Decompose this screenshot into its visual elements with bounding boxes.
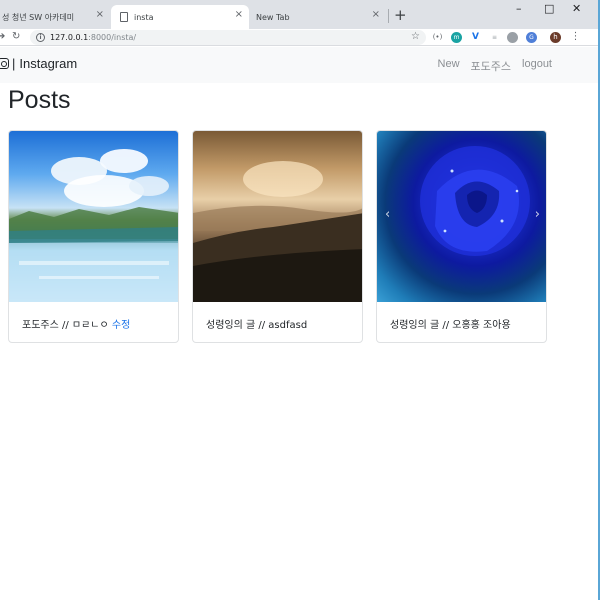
nav-links: New 포도주스 logout bbox=[427, 58, 552, 74]
browser-tab-academy[interactable]: 성 청년 SW 아카데미 × bbox=[0, 5, 110, 29]
profile-avatar[interactable]: h bbox=[550, 32, 561, 43]
close-tab-icon[interactable]: × bbox=[372, 9, 380, 20]
extension-icon-3[interactable]: V bbox=[470, 32, 481, 43]
post-caption: 성령잉의 글 // asdfasd bbox=[206, 316, 307, 331]
url-host: 127.0.0.1 bbox=[50, 33, 89, 42]
post-caption: 포도주스 // ㅁㄹㄴㅇ 수정 bbox=[22, 316, 130, 331]
star-icon[interactable]: ☆ bbox=[411, 31, 420, 42]
close-window-button[interactable]: ✕ bbox=[572, 2, 581, 15]
url-path: :8000/insta/ bbox=[88, 33, 137, 42]
carousel-next-icon[interactable]: › bbox=[535, 207, 540, 222]
browser-toolbar: ➔ ↻ i 127.0.0.1:8000/insta/ ☆ (•) m V ≡ … bbox=[0, 29, 600, 46]
extension-icon-4[interactable]: ≡ bbox=[489, 32, 500, 43]
post-image-rose: ‹ › bbox=[377, 131, 546, 302]
reload-icon[interactable]: ↻ bbox=[12, 29, 20, 45]
page-title: Posts bbox=[8, 86, 71, 114]
extension-icon-1[interactable]: (•) bbox=[432, 32, 443, 43]
tab-title: insta bbox=[134, 12, 154, 22]
brand-name: Instagram bbox=[19, 56, 78, 71]
post-caption-text: 성령잉의 글 // asdfasd bbox=[206, 320, 308, 331]
maximize-button[interactable]: □ bbox=[544, 2, 554, 15]
tab-title: New Tab bbox=[256, 12, 290, 22]
extension-icon-5[interactable] bbox=[507, 32, 518, 43]
extension-icon-2[interactable]: m bbox=[451, 32, 462, 43]
page-icon bbox=[120, 12, 128, 22]
post-card: ‹ › 성령잉의 글 // 오홍홍 조아용 bbox=[376, 130, 547, 343]
instagram-icon bbox=[0, 58, 9, 69]
rose-illustration bbox=[420, 146, 530, 256]
info-icon[interactable]: i bbox=[36, 33, 45, 42]
site-navbar: | Instagram New 포도주스 logout bbox=[0, 47, 600, 83]
post-card: 성령잉의 글 // asdfasd bbox=[192, 130, 363, 343]
minimize-button[interactable]: – bbox=[516, 2, 522, 15]
extension-icon-6[interactable]: G bbox=[526, 32, 537, 43]
brand-link[interactable]: | Instagram bbox=[0, 56, 77, 71]
tab-separator bbox=[388, 9, 389, 23]
back-icon[interactable]: ➔ bbox=[0, 29, 5, 45]
browser-tab-insta[interactable]: insta × bbox=[111, 5, 249, 29]
browser-tab-strip: 성 청년 SW 아카데미 × insta × New Tab × + – □ ✕ bbox=[0, 0, 600, 29]
post-card: 포도주스 // ㅁㄹㄴㅇ 수정 bbox=[8, 130, 179, 343]
post-caption: 성령잉의 글 // 오홍홍 조아용 bbox=[390, 316, 511, 331]
nav-link-logout[interactable]: logout bbox=[522, 58, 552, 74]
address-bar[interactable]: i 127.0.0.1:8000/insta/ ☆ bbox=[30, 30, 426, 45]
new-tab-button[interactable]: + bbox=[394, 6, 407, 24]
close-tab-icon[interactable]: × bbox=[96, 9, 104, 20]
post-caption-text: 성령잉의 글 // 오홍홍 조아용 bbox=[390, 320, 511, 331]
menu-icon[interactable]: ⋮ bbox=[570, 32, 581, 43]
edit-post-link[interactable]: 수정 bbox=[112, 320, 130, 331]
lake-illustration bbox=[9, 149, 178, 302]
nav-link-new[interactable]: New bbox=[438, 58, 460, 74]
sunset-illustration bbox=[193, 161, 362, 302]
nav-link-user[interactable]: 포도주스 bbox=[471, 58, 511, 74]
post-image-lake bbox=[9, 131, 178, 302]
post-caption-text: 포도주스 // ㅁㄹㄴㅇ bbox=[22, 320, 112, 331]
tab-title: 성 청년 SW 아카데미 bbox=[2, 12, 75, 22]
url-text: 127.0.0.1:8000/insta/ bbox=[50, 33, 136, 42]
carousel-prev-icon[interactable]: ‹ bbox=[385, 207, 390, 222]
browser-tab-new[interactable]: New Tab × bbox=[250, 5, 386, 29]
brand-separator: | bbox=[12, 56, 16, 71]
post-image-sunset bbox=[193, 131, 362, 302]
close-tab-icon[interactable]: × bbox=[235, 9, 243, 20]
